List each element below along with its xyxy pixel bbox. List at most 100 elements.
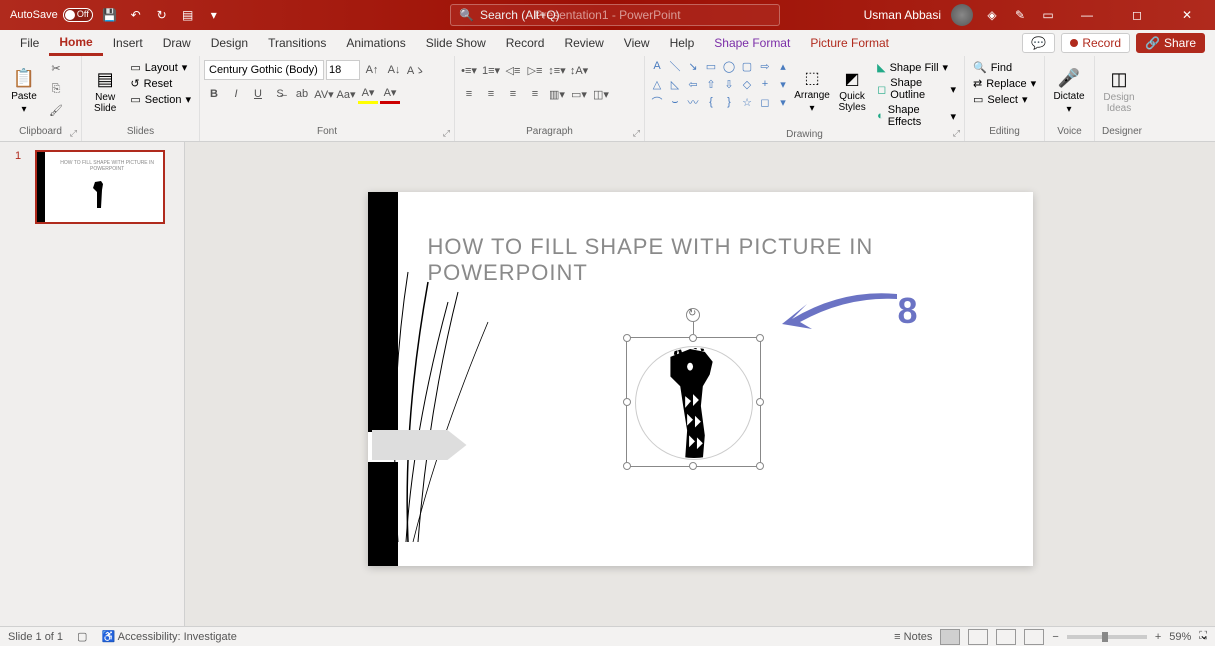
tab-view[interactable]: View — [614, 32, 660, 54]
language-icon[interactable]: ▢ — [77, 630, 87, 643]
arrange-button[interactable]: ⬚ Arrange▾ — [793, 58, 831, 124]
align-left-button[interactable]: ≡ — [459, 84, 479, 104]
save-icon[interactable]: 💾 — [101, 6, 119, 24]
quick-styles-button[interactable]: ◩ Quick Styles — [833, 58, 871, 124]
shape-arrow-icon[interactable]: ⇨ — [757, 58, 773, 74]
slide-counter[interactable]: Slide 1 of 1 — [8, 631, 63, 643]
diamond-icon[interactable]: ◈ — [983, 6, 1001, 24]
shape-roundrect-icon[interactable]: ▢ — [739, 58, 755, 74]
gallery-up-icon[interactable]: ▴ — [775, 58, 791, 74]
shape-curve1-icon[interactable]: ⌒ — [649, 94, 665, 110]
design-ideas-button[interactable]: ◫ Design Ideas — [1099, 58, 1139, 124]
paste-button[interactable]: 📋 Paste ▾ — [4, 58, 44, 124]
undo-icon[interactable]: ↶ — [127, 6, 145, 24]
close-button[interactable]: ✕ — [1167, 0, 1207, 30]
font-name-select[interactable] — [204, 60, 324, 80]
section-button[interactable]: ▭ Section ▾ — [126, 92, 195, 107]
clipboard-launcher-icon[interactable]: ⤢ — [70, 128, 77, 139]
align-center-button[interactable]: ≡ — [481, 84, 501, 104]
record-button[interactable]: Record — [1061, 33, 1130, 53]
resize-handle-bl[interactable] — [623, 462, 631, 470]
comments-button[interactable]: 💬 — [1022, 33, 1055, 53]
zoom-level[interactable]: 59% — [1169, 631, 1191, 643]
justify-button[interactable]: ≡ — [525, 84, 545, 104]
present-icon[interactable]: ▤ — [179, 6, 197, 24]
smartart-button[interactable]: ◫▾ — [591, 84, 611, 104]
shape-callout-icon[interactable]: ◻ — [757, 94, 773, 110]
resize-handle-tr[interactable] — [756, 334, 764, 342]
shape-rect-icon[interactable]: ▭ — [703, 58, 719, 74]
tab-record[interactable]: Record — [496, 32, 555, 54]
search-box[interactable]: 🔍 Search (Alt+Q) — [450, 4, 780, 26]
gallery-down-icon[interactable]: ▾ — [775, 76, 791, 92]
resize-handle-tm[interactable] — [689, 334, 697, 342]
shape-brace2-icon[interactable]: } — [721, 94, 737, 110]
sorter-view-button[interactable] — [968, 629, 988, 645]
slide[interactable]: HOW TO FILL SHAPE WITH PICTURE IN POWERP… — [368, 192, 1033, 566]
shadow-button[interactable]: ab — [292, 84, 312, 104]
shape-effects-button[interactable]: ◐ Shape Effects ▾ — [873, 103, 960, 129]
zoom-thumb[interactable] — [1102, 632, 1108, 642]
shape-arrow-line-icon[interactable]: ↘ — [685, 58, 701, 74]
shape-arrow3-icon[interactable]: ⇧ — [703, 76, 719, 92]
share-button[interactable]: 🔗 Share — [1136, 33, 1205, 53]
font-size-select[interactable] — [326, 60, 360, 80]
italic-button[interactable]: I — [226, 84, 246, 104]
shape-textbox-icon[interactable]: A — [649, 58, 665, 74]
shape-arrow4-icon[interactable]: ⇩ — [721, 76, 737, 92]
align-right-button[interactable]: ≡ — [503, 84, 523, 104]
increase-font-icon[interactable]: A↑ — [362, 60, 382, 80]
toggle-switch[interactable]: Off — [63, 8, 93, 22]
text-direction-button[interactable]: ↕A▾ — [569, 60, 589, 80]
shapes-gallery[interactable]: A ＼ ↘ ▭ ◯ ▢ ⇨ ▴ △ ◺ ⇦ ⇧ ⇩ ◇ + ▾ ⌒ ⌣ 〰 { — [649, 58, 791, 110]
notes-button[interactable]: ≡ Notes — [894, 631, 932, 643]
pen-icon[interactable]: ✎ — [1011, 6, 1029, 24]
resize-handle-mr[interactable] — [756, 398, 764, 406]
font-launcher-icon[interactable]: ⤢ — [443, 128, 450, 139]
gallery-more-icon[interactable]: ▾ — [775, 94, 791, 110]
shape-rtriangle-icon[interactable]: ◺ — [667, 76, 683, 92]
highlight-button[interactable]: A▾ — [358, 84, 378, 104]
minimize-button[interactable]: — — [1067, 0, 1107, 30]
decrease-font-icon[interactable]: A↓ — [384, 60, 404, 80]
tab-shape-format[interactable]: Shape Format — [704, 32, 800, 54]
tab-review[interactable]: Review — [554, 32, 613, 54]
paragraph-launcher-icon[interactable]: ⤢ — [633, 128, 640, 139]
tab-help[interactable]: Help — [660, 32, 705, 54]
shape-diamond-icon[interactable]: ◇ — [739, 76, 755, 92]
shape-curve2-icon[interactable]: ⌣ — [667, 94, 683, 110]
underline-button[interactable]: U — [248, 84, 268, 104]
shape-brace1-icon[interactable]: { — [703, 94, 719, 110]
shape-wave-icon[interactable]: 〰 — [685, 94, 701, 110]
zoom-in-button[interactable]: + — [1155, 631, 1161, 643]
tab-file[interactable]: File — [10, 32, 49, 54]
replace-button[interactable]: ⇄ Replace ▾ — [969, 76, 1040, 91]
avatar[interactable] — [951, 4, 973, 26]
ribbon-display-icon[interactable]: ▭ — [1039, 6, 1057, 24]
shape-line-icon[interactable]: ＼ — [667, 58, 683, 74]
strike-button[interactable]: S̶ — [270, 84, 290, 104]
resize-handle-bm[interactable] — [689, 462, 697, 470]
reading-view-button[interactable] — [996, 629, 1016, 645]
qat-dropdown-icon[interactable]: ▾ — [205, 6, 223, 24]
tab-transitions[interactable]: Transitions — [258, 32, 336, 54]
new-slide-button[interactable]: ▤ New Slide — [86, 58, 124, 124]
drawing-launcher-icon[interactable]: ⤢ — [953, 128, 960, 139]
selected-shape[interactable] — [626, 337, 761, 467]
format-painter-icon[interactable]: 🖌 — [46, 100, 66, 120]
autosave-toggle[interactable]: AutoSave Off — [10, 8, 93, 22]
zoom-slider[interactable] — [1067, 635, 1147, 639]
oval-shape-with-picture[interactable] — [635, 346, 753, 460]
redo-icon[interactable]: ↻ — [153, 6, 171, 24]
spacing-button[interactable]: AV▾ — [314, 84, 334, 104]
bullets-button[interactable]: •≡▾ — [459, 60, 479, 80]
shape-oval-icon[interactable]: ◯ — [721, 58, 737, 74]
collapse-ribbon-icon[interactable]: ⌄ — [1199, 628, 1209, 642]
tab-home[interactable]: Home — [49, 31, 102, 56]
columns-button[interactable]: ▥▾ — [547, 84, 567, 104]
canvas-area[interactable]: HOW TO FILL SHAPE WITH PICTURE IN POWERP… — [185, 142, 1215, 626]
slideshow-view-button[interactable] — [1024, 629, 1044, 645]
layout-button[interactable]: ▭ Layout ▾ — [126, 60, 195, 75]
resize-handle-br[interactable] — [756, 462, 764, 470]
reset-button[interactable]: ↺ Reset — [126, 76, 195, 91]
